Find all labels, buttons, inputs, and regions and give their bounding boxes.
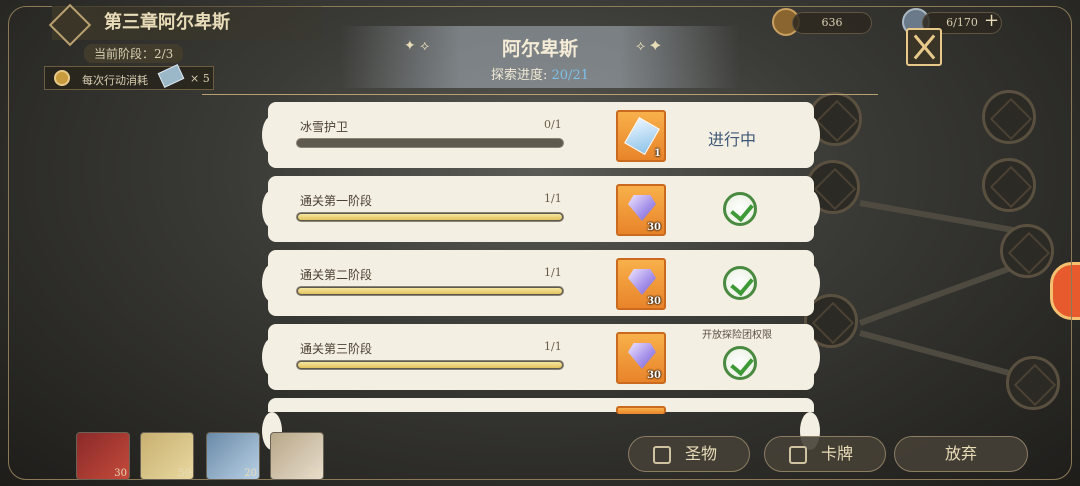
reward-slot[interactable]: 30 <box>616 258 666 310</box>
cards-label: 卡牌 <box>821 444 854 463</box>
quest-name: 通关第一阶段 <box>300 194 373 208</box>
quest-row: 冰雪护卫 0/1 1 进行中 <box>262 102 820 168</box>
avatar-level: 20 <box>244 468 257 479</box>
chapter-title: 第三章阿尔卑斯 <box>104 12 230 33</box>
reward-amount: 30 <box>647 370 661 381</box>
close-button[interactable] <box>906 28 942 66</box>
progress-value: 20/21 <box>551 68 589 83</box>
relic-button[interactable]: 圣物 <box>628 436 750 472</box>
quest-row: 通关第二阶段 1/1 30 <box>262 250 820 316</box>
team-avatar[interactable]: 20 <box>206 432 260 480</box>
map-node[interactable] <box>1006 356 1060 410</box>
reward-slot[interactable] <box>616 406 666 414</box>
avatar-level: 50 <box>178 468 191 479</box>
progress-label: 探索进度: <box>491 68 552 83</box>
gem-icon <box>628 343 656 369</box>
quest-name: 通关第二阶段 <box>300 268 373 282</box>
map-node[interactable] <box>982 90 1036 144</box>
reward-amount: 30 <box>647 222 661 233</box>
quest-row: 通关第一阶段 1/1 30 <box>262 176 820 242</box>
team-avatar[interactable]: 20 <box>270 432 324 480</box>
quest-progress-bar <box>296 286 564 296</box>
abandon-button[interactable]: 放弃 <box>894 436 1028 472</box>
quest-progress-bar <box>296 212 564 222</box>
trophy-icon <box>653 445 671 464</box>
cards-button[interactable]: 卡牌 <box>764 436 886 472</box>
abandon-label: 放弃 <box>944 444 977 463</box>
relic-label: 圣物 <box>685 444 718 463</box>
check-icon <box>723 346 757 380</box>
quest-name: 冰雪护卫 <box>300 120 349 134</box>
quest-count: 1/1 <box>544 340 562 353</box>
unlock-note: 开放探险团权限 <box>702 330 772 341</box>
reward-slot[interactable]: 1 <box>616 110 666 162</box>
reward-slot[interactable]: 30 <box>616 332 666 384</box>
quest-count: 1/1 <box>544 192 562 205</box>
progress-fill <box>298 362 562 368</box>
quest-name: 通关第三阶段 <box>300 342 373 356</box>
reward-amount: 30 <box>647 296 661 307</box>
quest-row: 通关第三阶段 1/1 30 开放探险团权限 <box>262 324 820 390</box>
currency-amount: 636 <box>792 12 872 34</box>
header-divider <box>202 94 878 95</box>
progress-fill <box>298 288 562 294</box>
quest-count: 0/1 <box>544 118 562 131</box>
reward-slot[interactable]: 30 <box>616 184 666 236</box>
avatar-level: 20 <box>308 468 321 479</box>
quest-count: 1/1 <box>544 266 562 279</box>
progress-fill <box>298 214 562 220</box>
map-node[interactable] <box>982 158 1036 212</box>
quest-row-partial <box>262 398 820 450</box>
team-avatar[interactable]: 30 <box>76 432 130 480</box>
exploration-progress: 探索进度: 20/21 <box>0 64 1080 83</box>
quest-progress-bar <box>296 360 564 370</box>
team-avatar[interactable]: 50 <box>140 432 194 480</box>
cards-icon <box>789 445 807 464</box>
avatar-level: 30 <box>114 468 127 479</box>
gem-icon <box>628 269 656 295</box>
add-stamina-button[interactable]: + <box>984 10 999 31</box>
quest-progress-bar <box>296 138 564 148</box>
map-node[interactable] <box>1000 224 1054 278</box>
reward-amount: 1 <box>654 148 661 159</box>
side-event-badge[interactable] <box>1050 262 1080 320</box>
check-icon <box>723 192 757 226</box>
quest-status: 进行中 <box>708 130 757 149</box>
check-icon <box>723 266 757 300</box>
gem-icon <box>628 195 656 221</box>
